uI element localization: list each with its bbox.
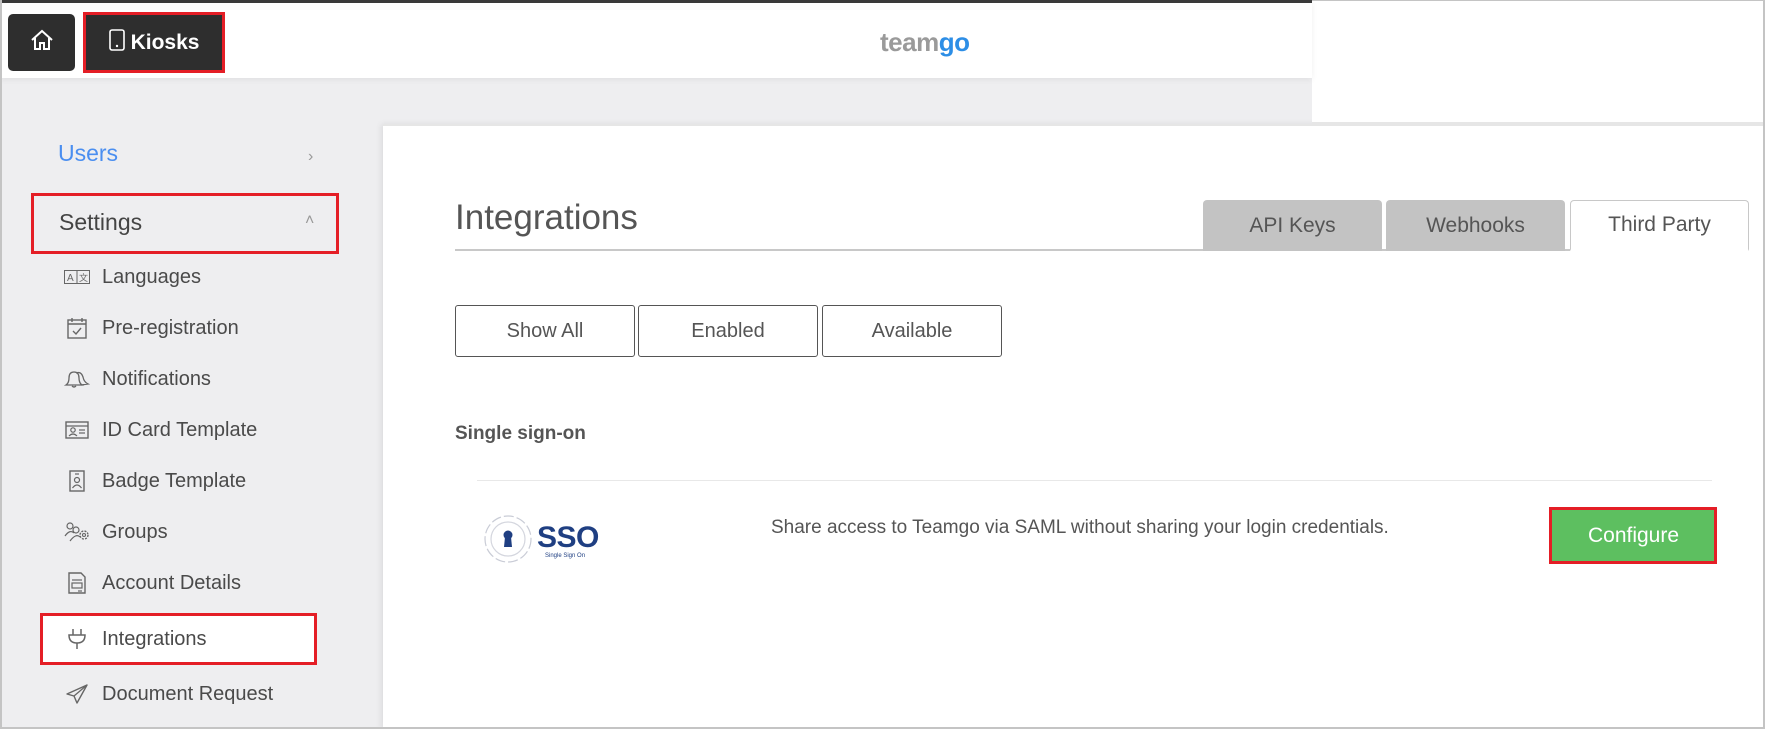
filter-enabled-button[interactable]: Enabled: [638, 305, 818, 357]
filter-available-button[interactable]: Available: [822, 305, 1002, 357]
bell-icon: [64, 368, 90, 390]
language-icon: A文: [64, 266, 90, 288]
section-divider: [477, 480, 1712, 481]
chevron-up-icon: ˄: [305, 212, 315, 229]
sidebar-item-integrations[interactable]: Integrations: [64, 623, 207, 655]
sidebar-item-users[interactable]: Users: [58, 140, 118, 167]
configure-button[interactable]: Configure: [1552, 510, 1715, 561]
page-title: Integrations: [455, 198, 638, 237]
document-icon: [64, 572, 90, 594]
plug-icon: [64, 628, 90, 650]
tab-webhooks[interactable]: Webhooks: [1386, 200, 1565, 251]
section-title-sso: Single sign-on: [455, 423, 586, 444]
sidebar-item-document-request[interactable]: Document Request: [64, 678, 273, 710]
sidebar-item-id-card-template[interactable]: ID Card Template: [64, 414, 257, 446]
tab-api-keys[interactable]: API Keys: [1203, 200, 1382, 251]
teamgo-logo: teamgo: [880, 27, 970, 57]
top-header: Kiosks teamgo: [0, 0, 1312, 78]
kiosks-label: Kiosks: [130, 30, 200, 54]
kiosks-button[interactable]: Kiosks: [85, 14, 223, 71]
send-icon: [64, 683, 90, 705]
sidebar-item-settings[interactable]: Settings ˄: [31, 193, 339, 254]
tab-third-party[interactable]: Third Party: [1570, 200, 1749, 251]
sidebar-item-notifications[interactable]: Notifications: [64, 363, 211, 395]
sidebar: Users › Settings ˄ A文 Languages Pre-regi…: [0, 78, 383, 729]
svg-text:A: A: [67, 273, 74, 284]
calendar-check-icon: [64, 317, 90, 339]
filter-show-all-button[interactable]: Show All: [455, 305, 635, 357]
tablet-icon: [108, 28, 125, 57]
groups-icon: [64, 521, 90, 543]
svg-text:文: 文: [79, 272, 88, 283]
main-panel: Integrations API Keys Webhooks Third Par…: [383, 124, 1765, 729]
integration-description: Share access to Teamgo via SAML without …: [771, 517, 1389, 538]
keyhole-icon: [483, 514, 533, 569]
sidebar-item-groups[interactable]: Groups: [64, 516, 168, 548]
chevron-right-icon: ›: [308, 148, 314, 165]
home-icon: [30, 29, 54, 56]
home-button[interactable]: [8, 14, 75, 71]
sidebar-item-account-details[interactable]: Account Details: [64, 567, 241, 599]
sso-logo: SSO Single Sign On: [483, 514, 599, 569]
sidebar-item-languages[interactable]: A文 Languages: [64, 261, 201, 293]
header-right-area: [1312, 0, 1765, 124]
sidebar-item-badge-template[interactable]: Badge Template: [64, 465, 246, 497]
badge-icon: [64, 470, 90, 492]
sidebar-item-pre-registration[interactable]: Pre-registration: [64, 312, 239, 344]
id-card-icon: [64, 419, 90, 441]
